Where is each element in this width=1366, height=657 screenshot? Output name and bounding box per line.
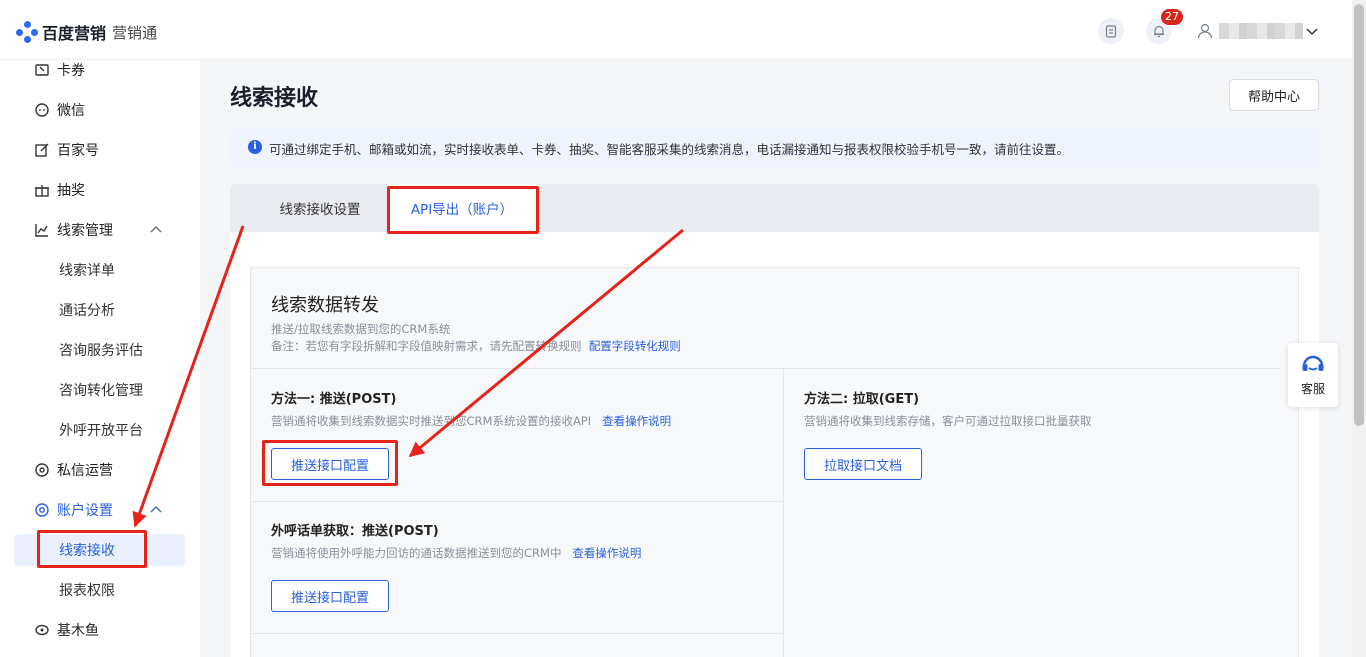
sidebar-item-label: 百家号 (57, 143, 99, 159)
edit-icon (35, 143, 49, 157)
sidebar-item-label: 咨询转化管理 (59, 383, 143, 399)
sidebar-item-label: 私信运营 (57, 463, 113, 479)
call-push-config-button[interactable]: 推送接口配置 (271, 580, 389, 612)
sidebar-item-consult-evaluation[interactable]: 咨询服务评估 (0, 330, 200, 370)
sidebar-item-label: 线索详单 (59, 263, 115, 279)
pull-doc-button[interactable]: 拉取接口文档 (804, 448, 922, 480)
page-title: 线索接收 (230, 86, 319, 111)
divider (251, 501, 783, 502)
chevron-up-icon (150, 226, 162, 233)
section-title: 线索数据转发 (271, 295, 379, 316)
sidebar-item-lead-management[interactable]: 线索管理 (0, 210, 200, 250)
sidebar-item-label: 基木鱼 (57, 623, 99, 639)
sidebar-item-baijiahao[interactable]: 百家号 (0, 130, 200, 170)
field-rule-link[interactable]: 配置字段转化规则 (589, 339, 681, 353)
section-note: 备注：若您有字段拆解和字段值映射需求，请先配置转换规则 配置字段转化规则 (271, 338, 681, 354)
annotation-box-tab (387, 186, 539, 234)
push-desc-text: 营销通将收集到线索数据实时推送到您CRM系统设置的接收API (271, 414, 592, 428)
call-push-title: 外呼话单获取：推送(POST) (271, 524, 439, 539)
sidebar-item-label: 咨询服务评估 (59, 343, 143, 359)
push-method-desc: 营销通将收集到线索数据实时推送到您CRM系统设置的接收API 查看操作说明 (271, 413, 671, 429)
sidebar-item-outbound-platform[interactable]: 外呼开放平台 (0, 410, 200, 450)
scrollbar-thumb[interactable] (1354, 4, 1364, 426)
customer-service-label: 客服 (1300, 382, 1325, 396)
sidebar-item-lead-details[interactable]: 线索详单 (0, 250, 200, 290)
settings-icon (35, 503, 49, 517)
help-center-button[interactable]: 帮助中心 (1229, 79, 1319, 111)
section-subtitle: 推送/拉取线索数据到您的CRM系统 (271, 322, 451, 336)
sidebar-item-label: 外呼开放平台 (59, 423, 143, 439)
notice-text: 可通过绑定手机、邮箱或如流，实时接收表单、卡券、抽奖、智能客服采集的线索消息，电… (269, 142, 1070, 157)
chevron-down-icon[interactable] (1305, 23, 1319, 37)
sidebar-item-account-settings[interactable]: 账户设置 (0, 490, 200, 530)
sidebar-item-label: 账户设置 (57, 503, 113, 519)
sidebar-item-report-permission[interactable]: 报表权限 (0, 570, 200, 610)
push-method-title: 方法一: 推送(POST) (271, 392, 397, 407)
lead-forward-panel: 线索数据转发 推送/拉取线索数据到您的CRM系统 备注：若您有字段拆解和字段值映… (250, 267, 1299, 657)
sidebar-item-consult-conversion[interactable]: 咨询转化管理 (0, 370, 200, 410)
fish-icon (35, 624, 49, 636)
sidebar-item-label: 微信 (57, 103, 85, 119)
divider (251, 368, 1279, 369)
sidebar-item-private-message[interactable]: 私信运营 (0, 450, 200, 490)
logo-brand: 百度营销 (42, 24, 107, 43)
note-text: 备注：若您有字段拆解和字段值映射需求，请先配置转换规则 (271, 339, 582, 353)
info-icon: i (248, 140, 262, 154)
chevron-up-icon (150, 506, 162, 513)
tab-lead-receive-settings[interactable]: 线索接收设置 (260, 184, 380, 232)
pull-method-title: 方法二: 拉取(GET) (804, 392, 920, 407)
pull-method-desc: 营销通将收集到线索存储，客户可通过拉取接口批量获取 (804, 414, 1092, 428)
wechat-icon (35, 103, 49, 117)
sidebar-item-call-analysis[interactable]: 通话分析 (0, 290, 200, 330)
gift-icon (35, 185, 49, 197)
logo[interactable]: 百度营销 营销通 (16, 20, 157, 44)
main-card: 线索接收设置 API导出（账户） 线索数据转发 推送/拉取线索数据到您的CRM系… (230, 184, 1319, 657)
divider (251, 633, 783, 634)
chart-icon (35, 224, 48, 237)
call-push-desc: 营销通将使用外呼能力回访的通话数据推送到您的CRM中 查看操作说明 (271, 545, 641, 561)
sidebar-item-label: 卡券 (57, 63, 85, 79)
user-name-blurred[interactable] (1219, 23, 1303, 39)
annotation-box-push-config (262, 440, 398, 486)
annotation-box-sidebar (37, 530, 147, 568)
top-bar: 百度营销 营销通 27 (0, 0, 1352, 60)
info-notice: i 可通过绑定手机、邮箱或如流，实时接收表单、卡券、抽奖、智能客服采集的线索消息… (230, 127, 1319, 167)
sidebar-item-wechat[interactable]: 微信 (0, 90, 200, 130)
sidebar-item-label: 报表权限 (59, 583, 115, 599)
baidu-logo-icon (16, 21, 38, 43)
clipboard-icon[interactable] (1098, 18, 1124, 44)
customer-service-button[interactable]: 客服 (1288, 343, 1338, 407)
divider (783, 368, 784, 657)
sidebar-item-label: 线索管理 (57, 223, 113, 239)
notification-badge: 27 (1161, 9, 1183, 25)
sidebar-item-label: 抽奖 (57, 183, 85, 199)
sidebar-item-jimuyu[interactable]: 基木鱼 (0, 610, 200, 650)
sidebar-item-lottery[interactable]: 抽奖 (0, 170, 200, 210)
headset-icon (1302, 355, 1324, 371)
call-push-desc-text: 营销通将使用外呼能力回访的通话数据推送到您的CRM中 (271, 546, 562, 560)
push-help-link[interactable]: 查看操作说明 (602, 414, 671, 428)
message-icon (35, 463, 49, 477)
sidebar-item-label: 通话分析 (59, 303, 115, 319)
logo-product: 营销通 (112, 23, 158, 42)
sidebar-item-coupon[interactable]: 卡券 (0, 50, 200, 90)
user-icon[interactable] (1195, 21, 1215, 41)
call-push-help-link[interactable]: 查看操作说明 (572, 546, 641, 560)
coupon-icon (35, 64, 49, 76)
